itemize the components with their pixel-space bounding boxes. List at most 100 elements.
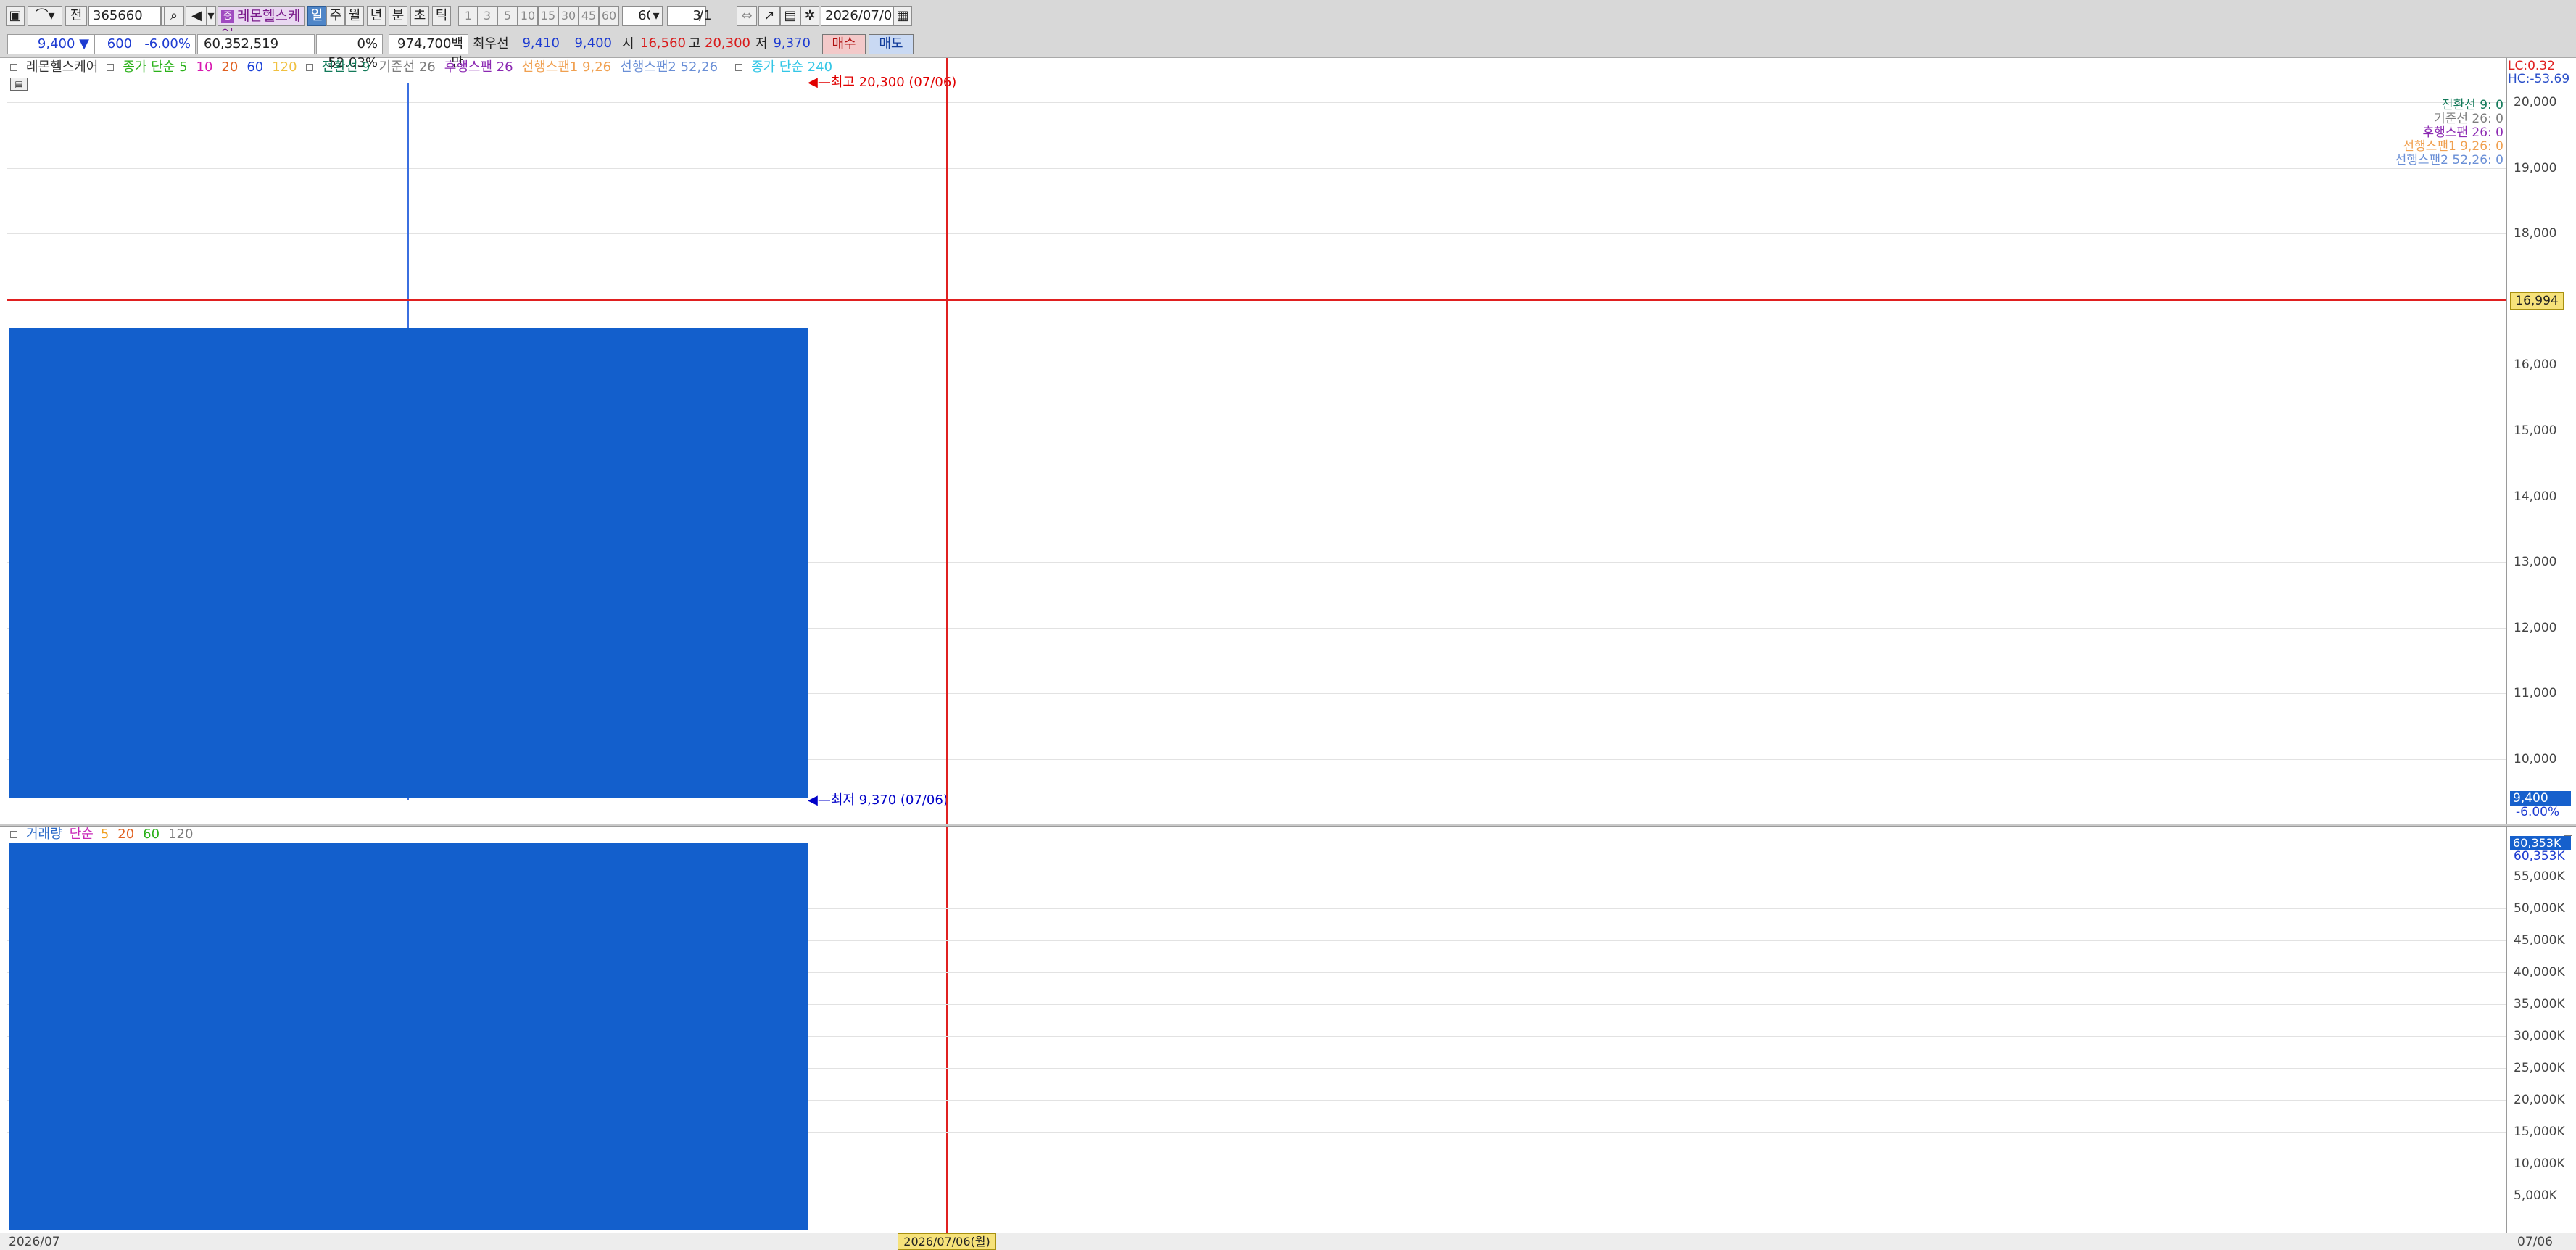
period-button-4[interactable]: 년 [367,6,386,26]
chevron-down-icon[interactable]: ▾ [206,6,216,26]
high-label: 고 [689,36,701,51]
volume-ma-20: 20 [117,827,135,842]
high-annotation: ◀—최고 20,300 (07/06) [808,74,957,90]
price-tick: 20,000 [2514,95,2557,109]
hc-value: HC:-53.69 [2508,72,2570,86]
interval-button-30[interactable]: 30 [558,6,579,26]
stock-flag-icon: 증 [221,9,234,23]
ma-period-10: 10 [196,59,213,75]
price-tick: 16,000 [2514,357,2557,373]
x-axis-start: 2026/07 [9,1235,60,1249]
volume-value: 60,352,519 [197,34,315,54]
volume-ma-60: 60 [143,827,160,842]
volume-tick: 40,000K [2514,965,2565,980]
period-button-1[interactable]: 일 [307,6,326,26]
interval-button-3[interactable]: 3 [477,6,497,26]
period-button-3[interactable]: 월 [345,6,364,26]
volume-legend: 거래량 단순 5 20 60 120 [10,827,202,843]
crosshair-horizontal [7,299,2506,302]
volume-tick: 35,000K [2514,997,2565,1011]
stock-code-input[interactable]: 365660 [88,6,161,26]
low-annotation: ◀—최저 9,370 (07/06) [808,792,948,808]
period-button-5[interactable]: 분 [389,6,407,26]
high-value: 20,300 [705,36,750,51]
ichimoku-values: 전환선 9: 0 기준선 26: 0 후행스팬 26: 0 선행스팬1 9,26: 0… [2395,99,2503,167]
volume-current-box: 60,353K [2510,836,2571,850]
volume-tick: 25,000K [2514,1061,2565,1075]
toolbar: ▣ ⌒▾ 전 365660 ▾ ⌕ ◀ ▾ 증레몬헬스케어 일주월년분초틱 13… [0,0,2576,43]
price-tick: 19,000 [2514,160,2557,175]
turnover-value: 0% 52.03% [316,34,383,70]
ichimoku-value-1: 전환선 9: 0 [2441,98,2503,112]
volume-tick: 30,000K [2514,1029,2565,1043]
date-input[interactable]: 2026/07/06 [821,6,900,26]
interval-button-10[interactable]: 10 [518,6,538,26]
volume-tick: 10,000K [2514,1156,2565,1171]
interval-button-15[interactable]: 15 [538,6,558,26]
pane-close-icon[interactable] [2564,829,2572,836]
crosshair-date: 2026/07/06(월) [898,1233,996,1250]
quote-bar: 9,400 ▼ 600 -6.00% 60,352,519 0% 52.03% … [0,31,2576,70]
change-value: 600 -6.00% [94,34,196,54]
grid-line [7,233,2506,235]
last-price-pct: -6.00% [2516,805,2560,820]
period-button-6[interactable]: 초 [410,6,429,26]
best-bid-value: 9,400 [574,36,612,51]
sell-button[interactable]: 매도 [869,34,914,54]
layout-icon[interactable]: ▣ [6,6,25,26]
grid-line [7,102,2506,103]
volume-tick: 45,000K [2514,933,2565,948]
low-value: 9,370 [773,36,811,51]
ma-period-120: 120 [272,59,297,75]
draw-icon[interactable]: ↗ [758,6,780,26]
x-axis-end: 07/06 [2517,1235,2553,1249]
crosshair-vertical [946,58,948,1235]
interval-button-45[interactable]: 45 [579,6,599,26]
ma-period-60: 60 [247,59,264,75]
interval-button-5[interactable]: 5 [497,6,518,26]
ma-period-20: 20 [221,59,239,75]
trade-value: 974,700백만 [389,34,468,70]
arrow-left-icon: ◀— [808,74,831,90]
table-icon[interactable]: ▤ [10,78,28,91]
ichimoku-value-4: 선행스팬1 9,26: 0 [2403,139,2503,154]
volume-tick: 5,000K [2514,1188,2557,1203]
save-icon[interactable]: ▤ [780,6,800,26]
grid-line [7,167,2506,169]
stock-name[interactable]: 증레몬헬스케어 [218,6,305,43]
best-ask-value: 9,410 [522,36,560,51]
open-label: 시 [622,36,634,51]
price-tick: 14,000 [2514,489,2557,504]
arrow-left-icon: ◀— [808,792,831,808]
price-tick: 10,000 [2514,752,2557,766]
ichimoku-value-3: 후행스팬 26: 0 [2422,125,2503,140]
axis-divider [2506,58,2507,1233]
search-icon[interactable]: ⌕ [164,6,184,26]
pane-splitter[interactable] [0,824,2576,827]
interval-button-60[interactable]: 60 [599,6,619,26]
volume-bar[interactable] [9,842,808,1230]
volume-tick: 50,000K [2514,901,2565,916]
chevron-down-icon[interactable]: ▾ [650,6,663,26]
candle-body[interactable] [9,328,808,799]
price-legend: 레몬헬스케어 종가 단순 5 10 20 60 120 전환선 9 기준선 26 후행스팬 26… [10,59,841,75]
chart-type-dropdown[interactable]: ⌒▾ [28,6,62,26]
speaker-icon[interactable]: ◀ [186,6,207,26]
count-suffix: /1 [699,8,712,23]
calendar-icon[interactable]: ▦ [893,6,912,26]
period-button-2[interactable]: 주 [326,6,345,26]
gear-icon[interactable]: ✲ [800,6,819,26]
all-button[interactable]: 전 [65,6,87,26]
crosshair-price: 16,994 [2510,292,2564,310]
price-tick: 18,000 [2514,226,2557,241]
period-button-7[interactable]: 틱 [432,6,451,26]
x-axis: 2026/07 2026/07/06(월) 07/06 [0,1233,2576,1250]
volume-ma-5: 5 [100,827,109,842]
price-value: 9,400 ▼ [7,34,94,54]
volume-tick: 15,000K [2514,1125,2565,1139]
interval-button-1[interactable]: 1 [458,6,479,26]
buy-button[interactable]: 매수 [822,34,866,54]
zoom-icon[interactable]: ⇔ [737,6,757,26]
ichimoku-value-2: 기준선 26: 0 [2434,112,2503,126]
volume-tick: 55,000K [2514,869,2565,884]
